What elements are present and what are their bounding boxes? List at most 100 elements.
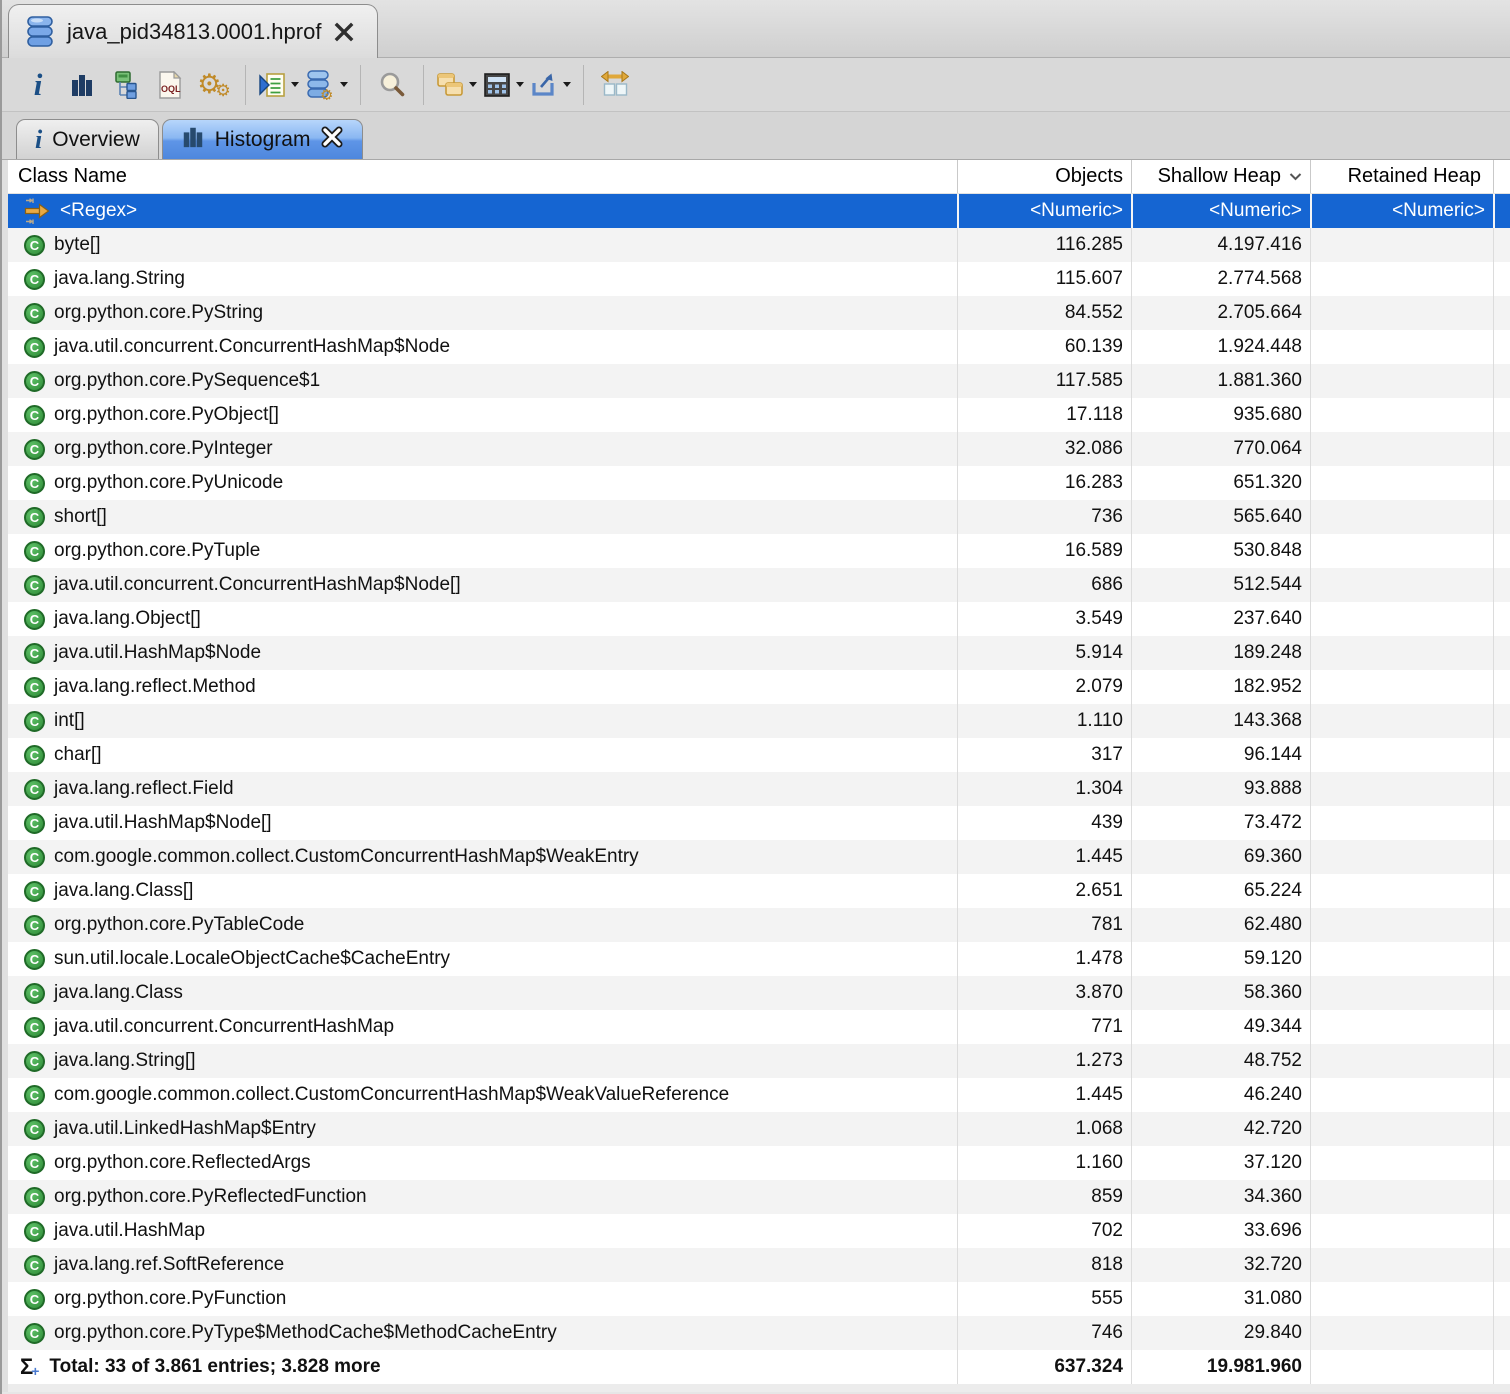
class-name-label: java.util.concurrent.ConcurrentHashMap$N… <box>54 336 450 358</box>
objects-cell: 17.118 <box>957 398 1131 432</box>
total-label: Total: 33 of 3.861 entries; 3.828 more <box>49 1356 380 1378</box>
class-icon: C <box>24 983 45 1004</box>
tab-overview[interactable]: i Overview <box>16 119 159 159</box>
objects-cell: 3.870 <box>957 976 1131 1010</box>
table-row[interactable]: C org.python.core.PyUnicode 16.283 651.3… <box>8 466 1510 500</box>
objects-cell: 3.549 <box>957 602 1131 636</box>
shallow-heap-filter-input[interactable]: <Numeric> <box>1131 194 1310 228</box>
table-row[interactable]: C byte[] 116.285 4.197.416 <box>8 228 1510 262</box>
table-row[interactable]: C org.python.core.PySequence$1 117.585 1… <box>8 364 1510 398</box>
objects-cell: 1.304 <box>957 772 1131 806</box>
row-filler <box>1493 1044 1510 1078</box>
table-row[interactable]: C int[] 1.110 143.368 <box>8 704 1510 738</box>
export-button[interactable] <box>527 62 574 108</box>
histogram-icon <box>181 125 205 155</box>
shallow-heap-cell: 49.344 <box>1131 1010 1310 1044</box>
total-row[interactable]: Σ+ Total: 33 of 3.861 entries; 3.828 mor… <box>8 1350 1510 1384</box>
objects-cell: 555 <box>957 1282 1131 1316</box>
table-row[interactable]: C org.python.core.PyString 84.552 2.705.… <box>8 296 1510 330</box>
table-row[interactable]: C org.python.core.PyObject[] 17.118 935.… <box>8 398 1510 432</box>
table-row[interactable]: C java.lang.Class 3.870 58.360 <box>8 976 1510 1010</box>
objects-cell: 439 <box>957 806 1131 840</box>
shallow-heap-cell: 93.888 <box>1131 772 1310 806</box>
retained-heap-cell <box>1310 1010 1493 1044</box>
toolbar-separator <box>423 65 424 105</box>
table-row[interactable]: C short[] 736 565.640 <box>8 500 1510 534</box>
compare-button[interactable] <box>593 62 637 108</box>
oql-button[interactable]: OQL <box>148 62 192 108</box>
objects-cell: 1.110 <box>957 704 1131 738</box>
table-row[interactable]: C java.util.concurrent.ConcurrentHashMap… <box>8 1010 1510 1044</box>
retained-heap-cell <box>1310 1078 1493 1112</box>
objects-filter-input[interactable]: <Numeric> <box>957 194 1131 228</box>
table-row[interactable]: C com.google.common.collect.CustomConcur… <box>8 840 1510 874</box>
table-row[interactable]: C java.lang.String 115.607 2.774.568 <box>8 262 1510 296</box>
class-name-label: java.lang.String[] <box>54 1050 196 1072</box>
info-icon: i <box>35 127 42 153</box>
table-row[interactable]: C char[] 317 96.144 <box>8 738 1510 772</box>
retained-heap-cell <box>1310 874 1493 908</box>
table-row[interactable]: C java.lang.ref.SoftReference 818 32.720 <box>8 1248 1510 1282</box>
table-row[interactable]: C org.python.core.PyType$MethodCache$Met… <box>8 1316 1510 1350</box>
run-expert-test-button[interactable] <box>255 62 302 108</box>
column-header-shallow-heap[interactable]: Shallow Heap <box>1131 160 1310 193</box>
retained-heap-filter-input[interactable]: <Numeric> <box>1310 194 1493 228</box>
table-row[interactable]: C java.lang.reflect.Field 1.304 93.888 <box>8 772 1510 806</box>
shallow-heap-cell: 530.848 <box>1131 534 1310 568</box>
table-row[interactable]: C com.google.common.collect.CustomConcur… <box>8 1078 1510 1112</box>
table-row[interactable]: C java.util.HashMap 702 33.696 <box>8 1214 1510 1248</box>
table-row[interactable]: C java.util.HashMap$Node 5.914 189.248 <box>8 636 1510 670</box>
table-row[interactable]: C org.python.core.PyTuple 16.589 530.848 <box>8 534 1510 568</box>
info-button[interactable]: i <box>16 62 60 108</box>
retained-heap-cell <box>1310 1044 1493 1078</box>
retained-heap-cell <box>1310 942 1493 976</box>
table-row[interactable]: C java.util.HashMap$Node[] 439 73.472 <box>8 806 1510 840</box>
group-by-button[interactable] <box>433 62 480 108</box>
calculator-icon <box>483 72 511 98</box>
table-row[interactable]: C org.python.core.PyFunction 555 31.080 <box>8 1282 1510 1316</box>
tab-histogram[interactable]: Histogram <box>162 119 364 159</box>
class-name-label: java.util.concurrent.ConcurrentHashMap$N… <box>54 574 461 596</box>
retained-heap-cell <box>1310 466 1493 500</box>
column-header-class-name[interactable]: Class Name <box>8 160 957 193</box>
editor-tab-heap-dump[interactable]: java_pid34813.0001.hprof <box>8 4 378 58</box>
table-row[interactable]: C java.util.concurrent.ConcurrentHashMap… <box>8 330 1510 364</box>
table-row[interactable]: C java.lang.String[] 1.273 48.752 <box>8 1044 1510 1078</box>
dominator-tree-button[interactable] <box>104 62 148 108</box>
table-row[interactable]: C java.lang.Object[] 3.549 237.640 <box>8 602 1510 636</box>
calculator-button[interactable] <box>480 62 527 108</box>
table-row[interactable]: C sun.util.locale.LocaleObjectCache$Cach… <box>8 942 1510 976</box>
class-name-label: org.python.core.PyType$MethodCache$Metho… <box>54 1322 557 1344</box>
histogram-button[interactable] <box>60 62 104 108</box>
table-row[interactable]: C org.python.core.PyInteger 32.086 770.0… <box>8 432 1510 466</box>
table-row[interactable]: C java.lang.reflect.Method 2.079 182.952 <box>8 670 1510 704</box>
table-row[interactable]: C java.util.LinkedHashMap$Entry 1.068 42… <box>8 1112 1510 1146</box>
row-filler <box>1493 772 1510 806</box>
table-row[interactable]: C java.lang.Class[] 2.651 65.224 <box>8 874 1510 908</box>
shallow-heap-cell: 34.360 <box>1131 1180 1310 1214</box>
class-icon: C <box>24 439 45 460</box>
class-name-label: org.python.core.ReflectedArgs <box>54 1152 311 1174</box>
class-name-label: org.python.core.PyString <box>54 302 263 324</box>
table-row[interactable]: C java.util.concurrent.ConcurrentHashMap… <box>8 568 1510 602</box>
search-button[interactable] <box>370 62 414 108</box>
export-icon <box>530 72 558 98</box>
regex-filter-input[interactable]: <Regex> <box>8 194 957 228</box>
column-header-objects[interactable]: Objects <box>957 160 1131 193</box>
histogram-icon <box>69 72 95 98</box>
table-row[interactable]: C org.python.core.ReflectedArgs 1.160 37… <box>8 1146 1510 1180</box>
table-row[interactable]: C org.python.core.PyReflectedFunction 85… <box>8 1180 1510 1214</box>
query-browser-button[interactable]: ⚙ <box>302 62 351 108</box>
total-retained-heap-cell <box>1310 1350 1493 1384</box>
table-row[interactable]: C org.python.core.PyTableCode 781 62.480 <box>8 908 1510 942</box>
group-by-icon <box>436 72 464 98</box>
retained-heap-cell <box>1310 1112 1493 1146</box>
class-icon: C <box>24 609 45 630</box>
close-icon[interactable] <box>333 21 355 43</box>
customize-button[interactable]: ⚙⚙ <box>192 62 236 108</box>
shallow-heap-cell: 33.696 <box>1131 1214 1310 1248</box>
row-filler <box>1493 432 1510 466</box>
class-name-label: java.util.concurrent.ConcurrentHashMap <box>54 1016 394 1038</box>
column-header-retained-heap[interactable]: Retained Heap <box>1310 160 1493 193</box>
close-icon[interactable] <box>320 125 344 155</box>
